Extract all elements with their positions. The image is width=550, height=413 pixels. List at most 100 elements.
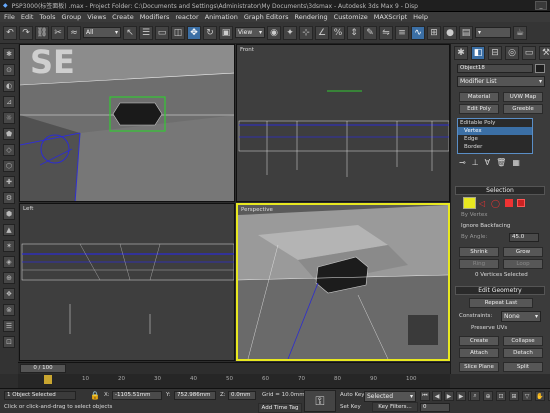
- tool-icon[interactable]: ☰: [3, 320, 15, 332]
- menu-file[interactable]: File: [4, 13, 15, 21]
- select-by-name-icon[interactable]: ☰: [139, 25, 153, 40]
- menu-modifiers[interactable]: Modifiers: [140, 13, 170, 21]
- object-color-swatch[interactable]: [535, 64, 545, 73]
- set-key-button[interactable]: Set Key: [340, 404, 361, 410]
- angle-value-field[interactable]: 45.0: [509, 233, 539, 242]
- angle-snap-icon[interactable]: ∠: [315, 25, 329, 40]
- slice-plane-button[interactable]: Slice Plane: [459, 362, 499, 372]
- zoom-extents-icon[interactable]: ⊡: [496, 391, 506, 401]
- undo-icon[interactable]: ↶: [3, 25, 17, 40]
- tool-icon[interactable]: ◇: [3, 144, 15, 156]
- by-angle-checkbox[interactable]: By Angle:: [461, 234, 487, 240]
- menu-animation[interactable]: Animation: [205, 13, 238, 21]
- tool-icon[interactable]: ⬟: [3, 128, 15, 140]
- attach-button[interactable]: Attach: [459, 348, 499, 358]
- render-setup-icon[interactable]: ▤: [459, 25, 473, 40]
- viewport-front[interactable]: Front: [236, 44, 450, 202]
- tool-icon[interactable]: ☼: [3, 112, 15, 124]
- tool-icon[interactable]: ⬡: [3, 160, 15, 172]
- material-button[interactable]: Material: [459, 92, 499, 102]
- tool-icon[interactable]: ⚙: [3, 192, 15, 204]
- tool-icon[interactable]: ⊿: [3, 96, 15, 108]
- menu-tools[interactable]: Tools: [39, 13, 55, 21]
- mirror-icon[interactable]: ⇋: [379, 25, 393, 40]
- snap-toggle-icon[interactable]: ⊹: [299, 25, 313, 40]
- reference-coordinate-dropdown[interactable]: View ▾: [235, 27, 265, 38]
- ring-button[interactable]: Ring: [459, 259, 499, 269]
- tool-icon[interactable]: ⊕: [3, 272, 15, 284]
- stack-item-editable-poly[interactable]: Editable Poly: [458, 119, 532, 127]
- previous-frame-icon[interactable]: ◀: [432, 391, 442, 401]
- viewport-perspective[interactable]: Perspective: [236, 203, 450, 361]
- link-icon[interactable]: ⛓: [35, 25, 49, 40]
- set-key-icon[interactable]: ⚿: [304, 390, 336, 412]
- current-frame-field[interactable]: 0: [420, 403, 450, 412]
- tool-icon[interactable]: ◈: [3, 256, 15, 268]
- element-subobject-icon[interactable]: [517, 199, 525, 207]
- edit-geometry-rollout-header[interactable]: Edit Geometry: [455, 286, 545, 295]
- add-time-tag-button[interactable]: Add Time Tag: [258, 403, 302, 413]
- play-icon[interactable]: ▶: [444, 391, 454, 401]
- menu-customize[interactable]: Customize: [334, 13, 368, 21]
- select-object-icon[interactable]: ↖: [123, 25, 137, 40]
- tool-icon[interactable]: ◐: [3, 80, 15, 92]
- uvw-map-button[interactable]: UVW Map: [503, 92, 543, 102]
- tool-icon[interactable]: ✱: [3, 48, 15, 60]
- menu-edit[interactable]: Edit: [21, 13, 34, 21]
- time-slider-thumb[interactable]: 0 / 100: [20, 364, 66, 373]
- track-bar[interactable]: 10 20 30 40 50 60 70 80 90 100: [18, 374, 450, 388]
- menu-group[interactable]: Group: [62, 13, 82, 21]
- align-icon[interactable]: ≡: [395, 25, 409, 40]
- tool-icon[interactable]: ✶: [3, 240, 15, 252]
- selection-rollout-header[interactable]: Selection: [455, 186, 545, 195]
- repeat-last-button[interactable]: Repeat Last: [469, 298, 533, 308]
- key-set-dropdown[interactable]: Selected ▾: [364, 391, 416, 402]
- preserve-uvs-checkbox[interactable]: Preserve UVs: [471, 325, 507, 331]
- select-and-move-icon[interactable]: ✥: [187, 25, 201, 40]
- zoom-extents-all-icon[interactable]: ⊞: [509, 391, 519, 401]
- create-button[interactable]: Create: [459, 336, 499, 346]
- stack-item-edge[interactable]: Edge: [458, 135, 532, 143]
- loop-button[interactable]: Loop: [503, 259, 543, 269]
- constraints-dropdown[interactable]: None ▾: [501, 311, 541, 322]
- pin-stack-icon[interactable]: ⊸: [459, 158, 466, 167]
- select-and-rotate-icon[interactable]: ↻: [203, 25, 217, 40]
- zoom-all-icon[interactable]: ⊕: [483, 391, 493, 401]
- pivot-center-icon[interactable]: ◉: [267, 25, 281, 40]
- menu-graph-editors[interactable]: Graph Editors: [244, 13, 289, 21]
- redo-icon[interactable]: ↷: [19, 25, 33, 40]
- rectangular-selection-icon[interactable]: ▭: [155, 25, 169, 40]
- display-tab-icon[interactable]: ▭: [522, 46, 536, 60]
- percent-snap-icon[interactable]: %: [331, 25, 345, 40]
- edge-subobject-icon[interactable]: ◁: [479, 199, 485, 208]
- tool-icon[interactable]: ✚: [3, 176, 15, 188]
- render-type-dropdown[interactable]: ▾: [475, 27, 511, 38]
- pan-icon[interactable]: ✋: [535, 391, 545, 401]
- shrink-button[interactable]: Shrink: [459, 247, 499, 257]
- show-end-result-icon[interactable]: ⊥: [472, 158, 479, 167]
- tool-icon[interactable]: ⊡: [3, 336, 15, 348]
- menu-rendering[interactable]: Rendering: [294, 13, 327, 21]
- utilities-tab-icon[interactable]: ⚒: [539, 46, 550, 60]
- grow-button[interactable]: Grow: [503, 247, 543, 257]
- motion-tab-icon[interactable]: ◎: [505, 46, 519, 60]
- lock-selection-icon[interactable]: 🔒: [90, 391, 100, 400]
- stack-item-vertex[interactable]: Vertex: [458, 127, 532, 135]
- menu-help[interactable]: Help: [413, 13, 428, 21]
- material-editor-icon[interactable]: ●: [443, 25, 457, 40]
- y-coordinate-field[interactable]: 752.986mm: [174, 391, 216, 400]
- minimize-button[interactable]: _: [535, 1, 547, 10]
- menu-create[interactable]: Create: [112, 13, 134, 21]
- quick-render-icon[interactable]: ☕: [513, 25, 527, 40]
- object-name-field[interactable]: Object18: [457, 64, 533, 73]
- tool-icon[interactable]: ▲: [3, 224, 15, 236]
- viewport-top-left[interactable]: SE: [19, 44, 235, 202]
- field-of-view-icon[interactable]: ▽: [522, 391, 532, 401]
- vertex-subobject-icon[interactable]: [463, 197, 476, 209]
- configure-modifier-sets-icon[interactable]: ▦: [512, 158, 520, 167]
- modify-tab-icon[interactable]: ◧: [471, 46, 485, 60]
- select-and-manipulate-icon[interactable]: ✦: [283, 25, 297, 40]
- border-subobject-icon[interactable]: ◯: [491, 199, 500, 208]
- by-vertex-checkbox[interactable]: By Vertex: [461, 212, 487, 218]
- go-to-start-icon[interactable]: ⏮: [420, 391, 430, 401]
